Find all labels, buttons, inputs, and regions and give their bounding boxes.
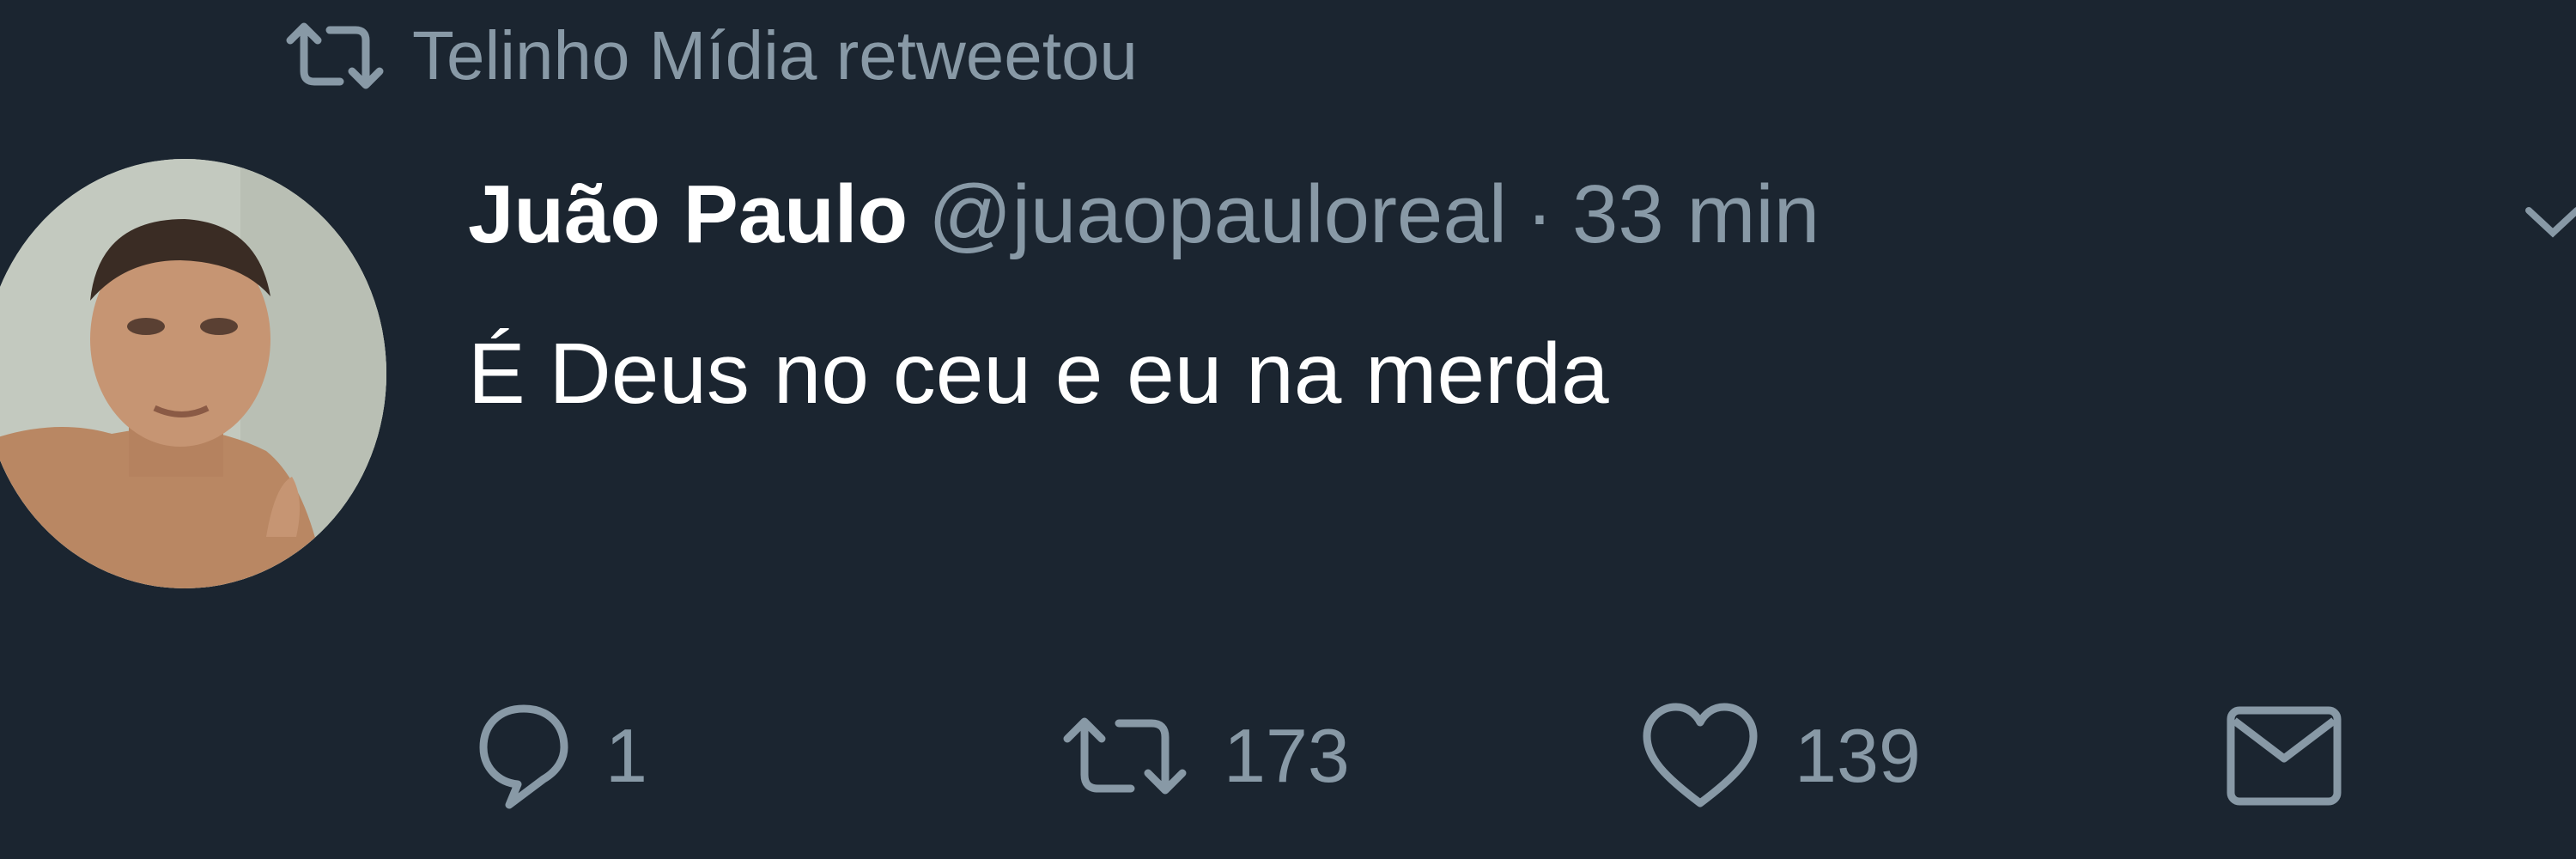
avatar[interactable] xyxy=(0,159,386,588)
heart-icon xyxy=(1640,700,1760,812)
message-button[interactable] xyxy=(2224,696,2344,816)
retweet-banner[interactable]: Telinho Mídia retweetou xyxy=(283,9,1138,103)
user-avatar-photo xyxy=(0,159,386,588)
retweet-count: 173 xyxy=(1224,713,1350,798)
reply-icon xyxy=(477,700,571,812)
retweet-icon xyxy=(1060,713,1189,799)
like-count: 139 xyxy=(1795,713,1921,798)
envelope-icon xyxy=(2224,700,2344,812)
tweet-header: Juão Paulo @juaopauloreal · 33 min xyxy=(468,163,1820,266)
tweet-text: É Deus no ceu e eu na merda xyxy=(468,326,1609,422)
separator-dot: · xyxy=(1526,168,1553,260)
user-handle[interactable]: @juaopauloreal xyxy=(928,163,1507,266)
reply-count: 1 xyxy=(605,713,647,798)
display-name[interactable]: Juão Paulo xyxy=(468,163,908,266)
retweet-button[interactable]: 173 xyxy=(1060,696,1350,816)
chevron-down-icon[interactable] xyxy=(2520,193,2576,245)
timestamp[interactable]: 33 min xyxy=(1572,163,1820,266)
reply-button[interactable]: 1 xyxy=(477,696,647,816)
like-button[interactable]: 139 xyxy=(1640,696,1921,816)
retweet-icon xyxy=(283,9,386,103)
tweet-card[interactable]: Telinho Mídia retweetou Juão Paulo @juao… xyxy=(0,0,2576,859)
retweeted-by-label: Telinho Mídia retweetou xyxy=(412,17,1138,94)
